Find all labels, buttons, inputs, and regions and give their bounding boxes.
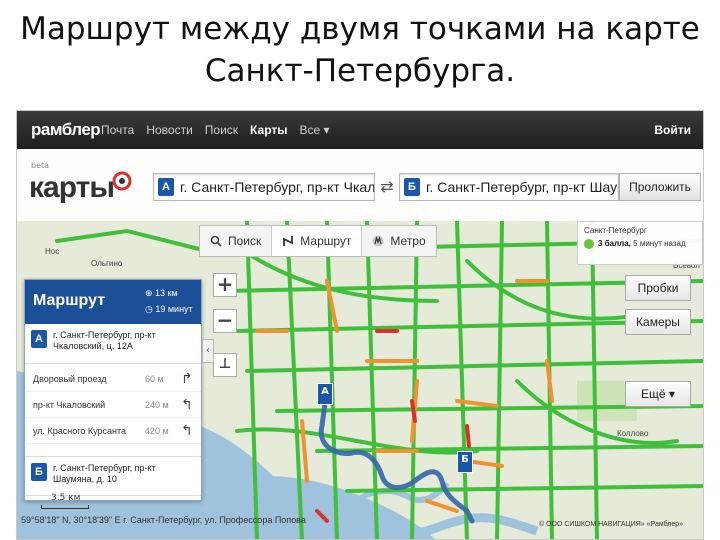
map-scale-bar [41, 505, 89, 509]
route-step-length: 240 м [145, 400, 169, 410]
collapse-panel-button[interactable]: ‹ [202, 339, 214, 363]
tab-route[interactable]: Маршрут [272, 226, 363, 256]
route-from-value: г. Санкт-Петербург, пр-кт Чкалов [180, 179, 375, 195]
route-to-value: г. Санкт-Петербург, пр-кт Шаумя [426, 179, 619, 195]
point-b-icon: Б [31, 463, 47, 481]
maps-brand[interactable]: beta карты [29, 161, 139, 211]
route-distance: ⊕ 13 км [145, 288, 178, 298]
tab-metro[interactable]: Метро [362, 226, 435, 256]
nav-all[interactable]: Все ▾ [300, 123, 330, 137]
zoom-slider-icon[interactable]: ⊥ [213, 353, 237, 377]
maps-logo: карты [29, 171, 115, 204]
traffic-updated: 5 минут назад [633, 239, 686, 249]
browser-screenshot: Нос Ольгино Всевол Коллово А Б рамблер П… [16, 110, 704, 540]
traffic-score: 3 балла, [598, 239, 631, 249]
map-label: Нос [45, 247, 60, 256]
search-icon [210, 235, 222, 247]
slide-title-line2: Санкт-Петербурга. [204, 53, 516, 89]
route-end[interactable]: Б г. Санкт-Петербург, пр-кт Шаумяна, д. … [25, 456, 201, 496]
route-to-field[interactable]: Бг. Санкт-Петербург, пр-кт Шаумя [399, 173, 619, 201]
slide-title: Маршрут между двумя точками на карте Сан… [0, 8, 720, 92]
point-b-icon: Б [404, 178, 420, 196]
point-a-icon: А [158, 178, 174, 196]
login-link[interactable]: Войти [654, 123, 691, 137]
cursor-coordinates: 59°58'18" N, 30°18'39" E г. Санкт-Петерб… [21, 515, 306, 525]
route-panel-header: Маршрут ⊕ 13 км ◷ 19 минут [25, 280, 201, 324]
route-step[interactable]: пр-кт Чкаловский 240 м ↰ [25, 392, 201, 418]
pin-logo-icon [112, 171, 132, 191]
turn-left-icon: ↰ [181, 422, 193, 438]
mode-tabs: Поиск Маршрут Метро [199, 225, 437, 257]
traffic-level-icon [584, 239, 594, 249]
map-label: Коллово [617, 429, 649, 438]
route-start-address: г. Санкт-Петербург, пр-кт Чкаловский, ц.… [53, 330, 156, 351]
swap-icon[interactable]: ⇄ [377, 175, 397, 199]
nav-search[interactable]: Поиск [205, 123, 238, 137]
route-step-length: 420 м [145, 426, 169, 436]
build-route-button[interactable]: Проложить [619, 173, 701, 201]
zoom-out-button[interactable]: − [213, 309, 237, 333]
route-step[interactable]: ул. Красного Курсанта 420 м ↰ [25, 418, 201, 444]
route-step-label: пр-кт Чкаловский [33, 400, 106, 410]
maps-header: beta карты Аг. Санкт-Петербург, пр-кт Чк… [17, 149, 703, 221]
nav-mail[interactable]: Почта [101, 123, 134, 137]
traffic-info: Санкт-Петербург 3 балла, 5 минут назад [577, 221, 703, 265]
slide-title-line1: Маршрут между двумя точками на карте [20, 11, 700, 47]
metro-icon [372, 235, 384, 247]
route-icon [283, 236, 294, 246]
cameras-button[interactable]: Камеры [625, 309, 691, 335]
turn-right-icon: ↱ [181, 370, 193, 386]
route-step-label: ул. Красного Курсанта [33, 426, 127, 436]
top-nav: Почта Новости Поиск Карты Все ▾ [101, 123, 330, 137]
nav-maps[interactable]: Карты [250, 123, 287, 137]
route-from-field[interactable]: Аг. Санкт-Петербург, пр-кт Чкалов [153, 173, 375, 201]
nav-news[interactable]: Новости [146, 123, 192, 137]
rambler-logo[interactable]: рамблер [31, 120, 101, 140]
route-duration: ◷ 19 минут [145, 304, 193, 314]
route-step-label: Дворовый проезд [33, 374, 107, 384]
traffic-button[interactable]: Пробки [625, 275, 691, 301]
turn-left-icon: ↰ [181, 396, 193, 412]
tab-metro-label: Метро [390, 234, 426, 248]
route-end-address: г. Санкт-Петербург, пр-кт Шаумяна, д. 10 [53, 463, 156, 484]
route-step-length: 60 м [145, 374, 164, 384]
route-step[interactable]: Дворовый проезд 60 м ↱ [25, 366, 201, 392]
map-label: Ольгино [91, 259, 123, 268]
point-a-icon: А [31, 330, 47, 348]
tab-search-label: Поиск [228, 234, 262, 248]
tab-route-label: Маршрут [300, 234, 352, 248]
rambler-topbar: рамблер Почта Новости Поиск Карты Все ▾ … [17, 111, 703, 149]
beta-label: beta [31, 161, 50, 170]
route-end-marker[interactable]: Б [457, 451, 473, 473]
route-start-marker[interactable]: А [317, 383, 333, 405]
traffic-city: Санкт-Петербург [584, 226, 647, 235]
more-button[interactable]: Ещё ▾ [625, 381, 691, 407]
map-scale-label: 3.5 км [51, 493, 81, 503]
map-copyright: © OOO СИШКОМ НАВИГАЦИЯ» «Рамблер» [539, 521, 684, 528]
route-panel: Маршрут ⊕ 13 км ◷ 19 минут А г. Санкт-Пе… [24, 279, 202, 501]
zoom-in-button[interactable]: + [213, 273, 237, 297]
route-start[interactable]: А г. Санкт-Петербург, пр-кт Чкаловский, … [25, 324, 201, 364]
tab-search[interactable]: Поиск [200, 226, 273, 256]
route-panel-title: Маршрут [33, 292, 106, 309]
